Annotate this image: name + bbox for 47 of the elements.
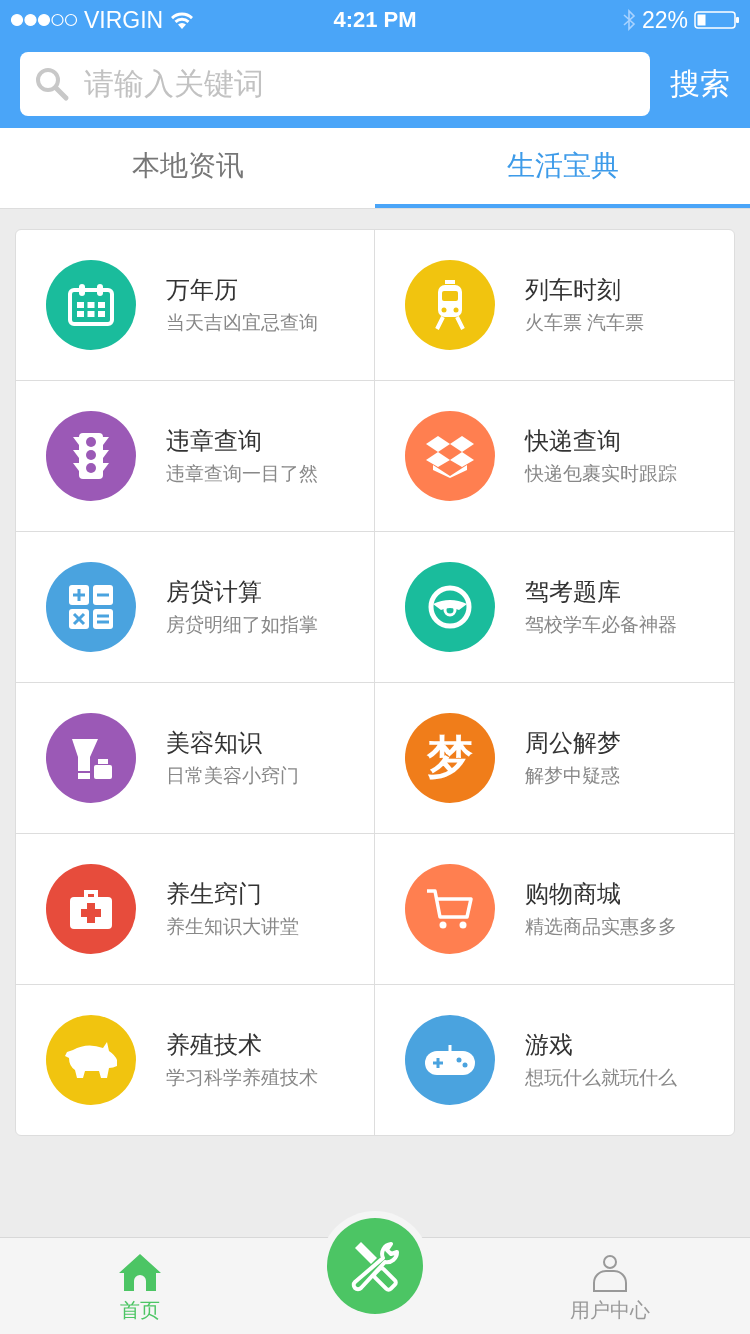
house-icon bbox=[118, 1253, 162, 1293]
service-title: 万年历 bbox=[166, 275, 239, 305]
service-title: 养殖技术 bbox=[166, 1030, 263, 1060]
dream-icon: 梦 bbox=[405, 713, 495, 803]
service-subtitle: 日常美容小窍门 bbox=[166, 764, 299, 788]
service-subtitle: 精选商品实惠多多 bbox=[525, 915, 677, 939]
service-title: 违章查询 bbox=[166, 426, 263, 456]
battery-icon bbox=[694, 10, 740, 30]
service-item[interactable]: 快递查询 快递包裹实时跟踪 bbox=[375, 381, 734, 532]
service-item[interactable]: 购物商城 精选商品实惠多多 bbox=[375, 834, 734, 985]
service-subtitle: 快递包裹实时跟踪 bbox=[525, 462, 677, 486]
service-subtitle: 想玩什么就玩什么 bbox=[525, 1066, 677, 1090]
wifi-icon bbox=[169, 10, 196, 30]
service-subtitle: 当天吉凶宜忌查询 bbox=[166, 311, 318, 335]
service-title: 养生窍门 bbox=[166, 879, 263, 909]
service-subtitle: 房贷明细了如指掌 bbox=[166, 613, 318, 637]
carrier-name: VIRGIN bbox=[84, 6, 164, 34]
signal-icon bbox=[10, 13, 78, 27]
service-subtitle: 养生知识大讲堂 bbox=[166, 915, 299, 939]
service-title: 美容知识 bbox=[166, 728, 263, 758]
service-item[interactable]: 房贷计算 房贷明细了如指掌 bbox=[16, 532, 375, 683]
service-title: 房贷计算 bbox=[166, 577, 263, 607]
service-title: 购物商城 bbox=[525, 879, 622, 909]
service-item[interactable]: 养生窍门 养生知识大讲堂 bbox=[16, 834, 375, 985]
battery-percent: 22% bbox=[641, 6, 688, 34]
service-item[interactable]: 梦 周公解梦 解梦中疑惑 bbox=[375, 683, 734, 834]
service-title: 游戏 bbox=[525, 1030, 574, 1060]
service-item[interactable]: 万年历 当天吉凶宜忌查询 bbox=[16, 230, 375, 381]
bluetooth-icon bbox=[621, 8, 636, 32]
service-item[interactable]: 违章查询 违章查询一目了然 bbox=[16, 381, 375, 532]
clock-time: 4:21 PM bbox=[333, 7, 417, 33]
service-item[interactable]: 列车时刻 火车票 汽车票 bbox=[375, 230, 734, 381]
service-subtitle: 学习科学养殖技术 bbox=[166, 1066, 318, 1090]
service-subtitle: 火车票 汽车票 bbox=[525, 311, 645, 335]
service-title: 列车时刻 bbox=[525, 275, 622, 305]
search-field[interactable]: 请输入关键词 bbox=[20, 52, 650, 116]
user-icon bbox=[590, 1253, 630, 1293]
service-subtitle: 驾校学车必备神器 bbox=[525, 613, 677, 637]
service-subtitle: 违章查询一目了然 bbox=[166, 462, 318, 486]
service-subtitle: 解梦中疑惑 bbox=[525, 764, 621, 788]
service-item[interactable]: 游戏 想玩什么就玩什么 bbox=[375, 985, 734, 1135]
service-title: 周公解梦 bbox=[525, 728, 621, 758]
service-item[interactable]: 驾考题库 驾校学车必备神器 bbox=[375, 532, 734, 683]
service-item[interactable]: 养殖技术 学习科学养殖技术 bbox=[16, 985, 375, 1135]
service-item[interactable]: 美容知识 日常美容小窍门 bbox=[16, 683, 375, 834]
service-title: 快递查询 bbox=[525, 426, 622, 456]
service-title: 驾考题库 bbox=[525, 577, 622, 607]
